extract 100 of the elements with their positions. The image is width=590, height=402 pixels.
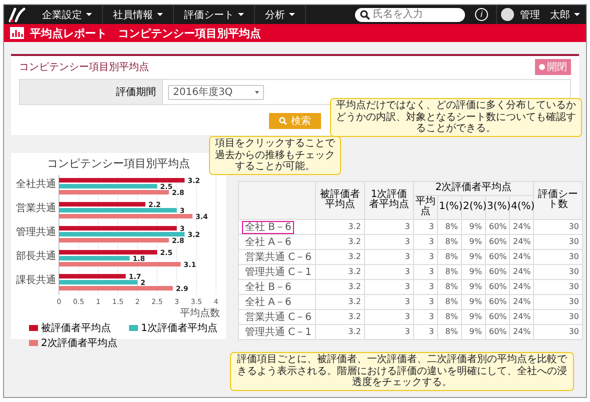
table-cell: 8%	[438, 324, 462, 339]
table-cell: 30	[534, 249, 582, 264]
table-cell: 3.2	[316, 309, 364, 324]
legend-label: 2次評価者平均点	[41, 336, 118, 350]
column-header: 被評価者平均点	[316, 182, 364, 219]
table-cell: 3	[414, 234, 438, 249]
category-label: 部長共通	[16, 251, 56, 262]
callout-note: 項目をクリックすることで過去からの推移もチェックすることが可能。	[209, 136, 341, 174]
table-cell: 3	[414, 249, 438, 264]
table-cell: 3	[364, 234, 414, 249]
table-cell: 8%	[438, 264, 462, 279]
table-cell: 24%	[510, 264, 534, 279]
column-header: 2次評価者平均点	[414, 182, 534, 195]
table-cell: 8%	[438, 309, 462, 324]
table-cell: 30	[534, 264, 582, 279]
table-cell: 30	[534, 219, 582, 234]
legend-label: 1次評価者平均点	[141, 322, 218, 335]
table-cell: 3.2	[316, 324, 364, 339]
table-cell: 8%	[438, 249, 462, 264]
table-cell: 8%	[438, 234, 462, 249]
filter-label: 評価期間	[20, 80, 163, 104]
table-cell: 3	[364, 249, 414, 264]
table-cell: 24%	[510, 234, 534, 249]
table-cell: 30	[534, 279, 582, 294]
table-cell: 30	[534, 294, 582, 309]
table-cell: 3	[364, 309, 414, 324]
table-cell: 3	[414, 294, 438, 309]
table-cell: 9%	[462, 234, 486, 249]
table-cell: 60%	[486, 324, 510, 339]
column-header: 1(%)	[438, 195, 462, 219]
table-cell: 3	[364, 324, 414, 339]
table-cell: 9%	[462, 219, 486, 234]
callout-note: 評価項目ごとに、被評価者、一次評価者、二次評価者別の平均点を比較できるよう表示される。階層における評価の違いを明確にして、全社への浸透度をチェックする。	[230, 352, 574, 390]
table-cell: 9%	[462, 309, 486, 324]
table-cell: 3	[414, 324, 438, 339]
table-cell: 8%	[438, 219, 462, 234]
table-cell: 24%	[510, 324, 534, 339]
search-icon	[279, 117, 287, 125]
table-cell: 3.2	[316, 249, 364, 264]
table-cell: 60%	[486, 309, 510, 324]
search-icon	[360, 10, 370, 20]
period-dropdown[interactable]: 2016年度3Q	[168, 84, 264, 100]
bar	[59, 256, 130, 260]
table-cell: 9%	[462, 279, 486, 294]
table-cell: 24%	[510, 249, 534, 264]
page-title: 平均点レポート コンピテンシー項目別平均点	[30, 26, 261, 40]
table-cell: 60%	[486, 294, 510, 309]
table-cell: 3.2	[316, 279, 364, 294]
item-link[interactable]: 全社 B－6	[242, 220, 294, 234]
column-header: 1次評価者平均点	[364, 182, 414, 219]
axis-label: 平均点数	[180, 308, 220, 319]
column-header: 4(%)	[510, 195, 534, 219]
table-cell: 24%	[510, 309, 534, 324]
logo-icon[interactable]	[8, 6, 26, 22]
column-header: 3(%)	[486, 195, 510, 219]
table-cell: 3.2	[316, 294, 364, 309]
table-cell: 3.2	[316, 234, 364, 249]
table-cell: 60%	[486, 249, 510, 264]
legend-label: 被評価者平均点	[41, 322, 111, 335]
panel-title: コンピテンシー項目別平均点	[19, 60, 149, 74]
table-cell: 60%	[486, 264, 510, 279]
bar	[59, 274, 126, 278]
search-field[interactable]: 氏名を入力	[355, 8, 465, 22]
user-menu[interactable]: 管理 太郎	[518, 8, 582, 22]
chart-title: コンピテンシー項目別平均点	[46, 156, 191, 171]
table-cell: 9%	[462, 264, 486, 279]
column-header: 2(%)	[462, 195, 486, 219]
table-cell: 3	[364, 264, 414, 279]
table-cell: 3	[414, 219, 438, 234]
table-cell: 3	[414, 264, 438, 279]
table-cell: 24%	[510, 219, 534, 234]
table-cell: 60%	[486, 279, 510, 294]
category-label: 管理共通	[16, 227, 56, 238]
table-cell: 30	[534, 309, 582, 324]
table-cell: 9%	[462, 249, 486, 264]
column-header: 平均点	[414, 195, 438, 219]
table-cell: 8%	[438, 279, 462, 294]
table-cell: 30	[534, 234, 582, 249]
avatar-icon	[501, 8, 514, 21]
callout-note: 平均点だけではなく、どの評価に多く分布しているかどうかの内訳、対象となるシート数についても確認することができる。	[330, 98, 582, 136]
table-cell: 24%	[510, 294, 534, 309]
table-cell: 3	[364, 219, 414, 234]
table-cell: 3	[364, 279, 414, 294]
table-cell: 3.2	[316, 264, 364, 279]
table-cell: 30	[534, 324, 582, 339]
info-button[interactable]: i	[475, 8, 488, 21]
table-cell: 8%	[438, 294, 462, 309]
category-label: 営業共通	[16, 203, 56, 214]
table-cell: 3.2	[316, 219, 364, 234]
table-cell: 9%	[462, 324, 486, 339]
table-cell: 60%	[486, 234, 510, 249]
table-cell: 3	[364, 294, 414, 309]
column-header: 評価シート数	[534, 182, 582, 219]
table-cell: 24%	[510, 279, 534, 294]
category-label: 全社共通	[16, 179, 56, 190]
category-label: 課長共通	[16, 275, 56, 286]
table-cell: 3	[414, 309, 438, 324]
table-cell: 3	[414, 279, 438, 294]
table-cell: 9%	[462, 294, 486, 309]
chart-icon	[10, 27, 24, 39]
